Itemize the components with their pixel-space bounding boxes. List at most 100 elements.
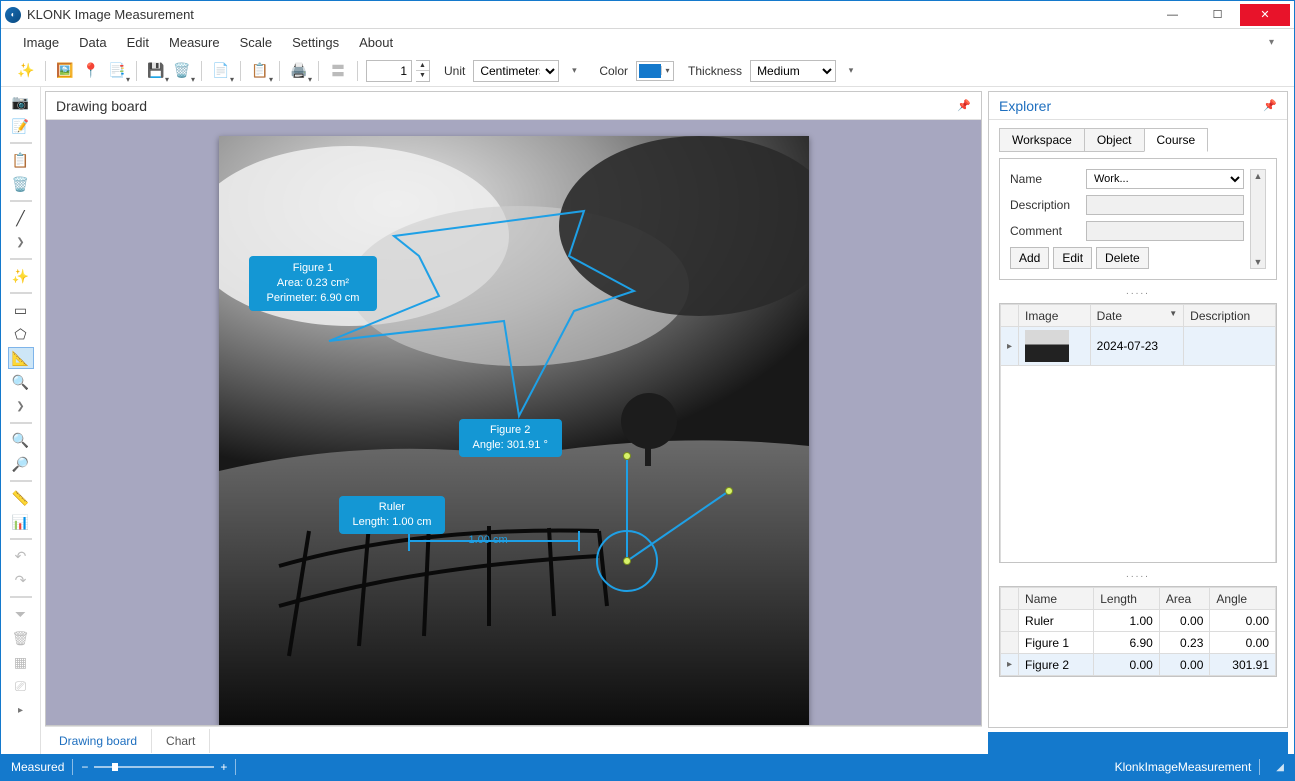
count-stepper[interactable]: ▲▼ <box>416 60 430 82</box>
col-name[interactable]: Name <box>1019 588 1094 610</box>
pin-image-icon[interactable]: 📍 <box>80 60 102 82</box>
copy-icon[interactable]: 📋 <box>249 60 271 82</box>
chevron-down-icon: ▾ <box>661 66 673 75</box>
tool-zoomin-icon[interactable]: 🔍 <box>8 429 34 451</box>
tool-magnify-icon[interactable]: 🔍 <box>8 371 34 393</box>
tool-line-icon[interactable]: ╱ <box>8 207 34 229</box>
close-button[interactable]: ✕ <box>1240 4 1290 26</box>
angle-vertex-handle[interactable] <box>623 557 631 565</box>
layers-icon[interactable]: 📑 <box>106 60 128 82</box>
tool-chevron-icon[interactable]: ❯ <box>8 231 34 253</box>
wand-icon[interactable]: ✨ <box>15 60 37 82</box>
tool-report-icon[interactable]: 📊 <box>8 511 34 533</box>
right-pane: Explorer 📌 Workspace Object Course Name … <box>988 87 1294 754</box>
tool-redo-icon[interactable]: ↷ <box>8 569 34 591</box>
tool-wand-icon[interactable]: ✨ <box>8 265 34 287</box>
zoom-slider[interactable]: − + <box>81 760 227 774</box>
tool-more-icon[interactable]: ▸ <box>8 699 34 721</box>
tab-course[interactable]: Course <box>1144 128 1209 152</box>
print-icon[interactable]: 🖨️ <box>288 60 310 82</box>
tool-chevron2-icon[interactable]: ❯ <box>8 395 34 417</box>
grid-empty-area <box>1001 366 1276 564</box>
color-picker[interactable]: ▾ <box>636 61 674 81</box>
step-down-icon[interactable]: ▼ <box>416 71 429 81</box>
thickness-extra-icon[interactable]: ▾ <box>840 60 862 82</box>
thickness-select[interactable]: Medium <box>750 60 836 82</box>
cell-name: Figure 2 <box>1019 654 1094 676</box>
tool-rect-icon[interactable]: ▭ <box>8 299 34 321</box>
col-description[interactable]: Description <box>1184 305 1276 327</box>
status-bar: Measured − + KlonkImageMeasurement ◢ <box>1 754 1294 780</box>
tool-undo-icon[interactable]: ↶ <box>8 545 34 567</box>
menu-data[interactable]: Data <box>71 32 114 53</box>
angle-handle-2[interactable] <box>725 487 733 495</box>
measure-row[interactable]: Figure 1 6.90 0.23 0.00 <box>1001 632 1276 654</box>
zoom-minus-icon[interactable]: − <box>81 760 88 774</box>
menu-image[interactable]: Image <box>15 32 67 53</box>
add-image-icon[interactable]: 🖼️ <box>54 60 76 82</box>
measure-row[interactable]: Ruler 1.00 0.00 0.00 <box>1001 610 1276 632</box>
unit-select[interactable]: Centimeters <box>473 60 559 82</box>
tab-drawing-board[interactable]: Drawing board <box>45 729 152 753</box>
tool-crop-icon[interactable]: ⎚ <box>8 675 34 697</box>
tool-note-icon[interactable]: 📝 <box>8 115 34 137</box>
minimize-button[interactable]: — <box>1150 4 1195 26</box>
save-icon[interactable]: 💾 <box>145 60 167 82</box>
tab-workspace[interactable]: Workspace <box>999 128 1085 152</box>
slider-track[interactable] <box>94 766 214 768</box>
drawing-canvas[interactable]: Figure 1 Area: 0.23 cm² Perimeter: 6.90 … <box>46 120 981 725</box>
col-date[interactable]: Date▼ <box>1090 305 1184 327</box>
tab-chart[interactable]: Chart <box>152 729 210 753</box>
tool-zoomout-icon[interactable]: 🔎 <box>8 453 34 475</box>
menu-settings[interactable]: Settings <box>284 32 347 53</box>
course-comment-input[interactable] <box>1086 221 1244 241</box>
title-bar: ◐ KLONK Image Measurement — ☐ ✕ <box>1 1 1294 29</box>
angle-handle-1[interactable] <box>623 452 631 460</box>
resize-grip-icon[interactable]: ◢ <box>1276 762 1284 773</box>
delete-icon[interactable]: 🗑️ <box>171 60 193 82</box>
tool-delete-icon[interactable]: 🗑️ <box>8 173 34 195</box>
menu-measure[interactable]: Measure <box>161 32 228 53</box>
tool-filter-icon[interactable]: ⏷ <box>8 603 34 625</box>
col-angle[interactable]: Angle <box>1210 588 1276 610</box>
edit-button[interactable]: Edit <box>1053 247 1092 269</box>
col-area[interactable]: Area <box>1159 588 1210 610</box>
tool-grid-icon[interactable]: ▦ <box>8 651 34 673</box>
menu-edit[interactable]: Edit <box>119 32 157 53</box>
step-up-icon[interactable]: ▲ <box>416 61 429 72</box>
tool-trash-icon[interactable]: 🗑 <box>8 627 34 649</box>
tool-clipboard-icon[interactable]: 📋 <box>8 149 34 171</box>
add-button[interactable]: Add <box>1010 247 1049 269</box>
tool-angle-icon[interactable]: 📐 <box>8 347 34 369</box>
col-image[interactable]: Image <box>1019 305 1091 327</box>
measure-row[interactable]: ▸ Figure 2 0.00 0.00 301.91 <box>1001 654 1276 676</box>
menu-about[interactable]: About <box>351 32 401 53</box>
scroll-up-icon[interactable]: ▲ <box>1254 170 1263 182</box>
unit-extra-icon[interactable]: ▾ <box>563 60 585 82</box>
window-buttons: — ☐ ✕ <box>1150 4 1290 26</box>
tool-polygon-icon[interactable]: ⬠ <box>8 323 34 345</box>
col-length[interactable]: Length <box>1094 588 1160 610</box>
zoom-plus-icon[interactable]: + <box>220 760 227 774</box>
maximize-button[interactable]: ☐ <box>1195 4 1240 26</box>
pin-icon[interactable]: 📌 <box>957 99 971 112</box>
course-desc-input[interactable] <box>1086 195 1244 215</box>
menu-overflow-icon[interactable]: ▾ <box>1263 37 1280 48</box>
slider-thumb[interactable] <box>112 763 118 771</box>
menu-scale[interactable]: Scale <box>232 32 281 53</box>
delete-button[interactable]: Delete <box>1096 247 1149 269</box>
course-scrollbar[interactable]: ▲▼ <box>1250 169 1266 269</box>
tool-capture-icon[interactable]: 📷 <box>8 91 34 113</box>
export-icon[interactable]: 📄 <box>210 60 232 82</box>
ruler-inline-text: 1.00 cm <box>469 534 508 546</box>
image-row[interactable]: ▸ 2024-07-23 <box>1001 327 1276 366</box>
explorer-title: Explorer <box>999 98 1051 114</box>
course-name-select[interactable]: Work... <box>1086 169 1244 189</box>
pin-icon[interactable]: 📌 <box>1263 99 1277 112</box>
separator <box>10 596 32 598</box>
tool-ruler-icon[interactable]: 📏 <box>8 487 34 509</box>
scroll-down-icon[interactable]: ▼ <box>1254 256 1263 268</box>
count-input[interactable] <box>366 60 412 82</box>
tab-object[interactable]: Object <box>1084 128 1145 152</box>
equal-icon[interactable]: 〓 <box>327 60 349 82</box>
